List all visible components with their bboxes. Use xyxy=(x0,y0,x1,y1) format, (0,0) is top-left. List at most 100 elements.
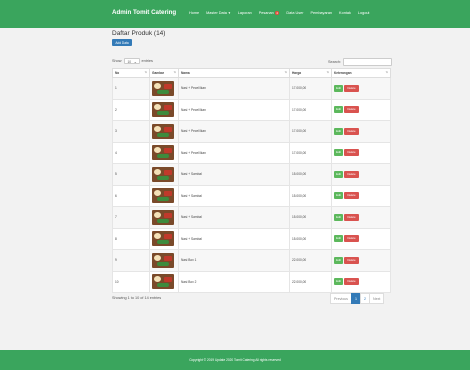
delete-button[interactable]: Delete xyxy=(344,256,359,264)
table-row: 9 Nasi Box 1 22.000,00 Edit Delete xyxy=(112,249,391,272)
sort-icon: ⇅ xyxy=(144,70,147,74)
cell-no: 6 xyxy=(112,184,150,207)
cell-image xyxy=(149,163,179,186)
sort-icon: ⇅ xyxy=(173,70,176,74)
previous-page-button[interactable]: Previous xyxy=(330,293,352,304)
cell-no: 7 xyxy=(112,206,150,229)
delete-button[interactable]: Delete xyxy=(344,84,359,92)
cell-no: 5 xyxy=(112,163,150,186)
nav-item-master-data[interactable]: Master Data ▼ xyxy=(206,11,231,15)
add-data-button[interactable]: Add Data xyxy=(112,39,132,46)
product-image xyxy=(152,145,174,161)
cell-actions: Edit Delete xyxy=(331,98,391,121)
cell-nama: Nasi + Pecel/Ikan xyxy=(178,120,290,143)
notification-badge: 4 xyxy=(274,11,280,15)
edit-button[interactable]: Edit xyxy=(334,127,343,135)
copyright-text: Copyright © 2019 Update 2020 Tomit Cater… xyxy=(189,358,281,362)
cell-harga: 17.000,00 xyxy=(289,98,332,121)
nav-label: Laporan xyxy=(237,11,252,15)
cell-nama: Nasi + Sambal xyxy=(178,227,290,250)
table-info: Showing 1 to 10 of 14 entries xyxy=(112,296,162,300)
column-label: No xyxy=(115,71,120,75)
delete-button[interactable]: Delete xyxy=(344,127,359,135)
delete-button[interactable]: Delete xyxy=(344,213,359,221)
products-table: No ⇅ Gambar ⇅ Nama ⇅ Harga ⇅ Keterangan ⇅ 1 N… xyxy=(112,68,391,293)
edit-button[interactable]: Edit xyxy=(334,235,343,243)
cell-harga: 22.000,00 xyxy=(289,249,332,272)
cell-image xyxy=(149,77,179,100)
cell-image xyxy=(149,227,179,250)
table-row: 1 Nasi + Pecel/Ikan 17.000,00 Edit Delete xyxy=(112,77,391,100)
cell-nama: Nasi Box 1 xyxy=(178,249,290,272)
product-image xyxy=(152,80,174,96)
column-header-harga[interactable]: Harga ⇅ xyxy=(289,68,332,78)
nav-item-pesanan[interactable]: Pesanan 4 xyxy=(259,11,280,15)
edit-button[interactable]: Edit xyxy=(334,149,343,157)
nav-label: Data User xyxy=(286,11,304,15)
column-header-keterangan[interactable]: Keterangan ⇅ xyxy=(331,68,391,78)
cell-actions: Edit Delete xyxy=(331,163,391,186)
delete-button[interactable]: Delete xyxy=(344,170,359,178)
entries-select[interactable]: 10 ⌄ xyxy=(123,58,140,64)
column-header-no[interactable]: No ⇅ xyxy=(112,68,150,78)
table-row: 4 Nasi + Pecel/Ikan 17.000,00 Edit Delete xyxy=(112,141,391,164)
edit-button[interactable]: Edit xyxy=(334,256,343,264)
edit-button[interactable]: Edit xyxy=(334,106,343,114)
edit-button[interactable]: Edit xyxy=(334,84,343,92)
pagination: Previous 1 2 Next xyxy=(330,293,385,304)
chevron-down-icon: ▼ xyxy=(227,11,231,15)
nav-item-pembayaran[interactable]: Pembayaran xyxy=(311,11,333,15)
column-label: Nama xyxy=(181,71,190,75)
next-page-button[interactable]: Next xyxy=(368,293,385,304)
nav-item-data-user[interactable]: Data User xyxy=(286,11,303,15)
product-image xyxy=(152,274,174,290)
delete-button[interactable]: Delete xyxy=(344,278,359,286)
cell-nama: Nasi + Pecel/Ikan xyxy=(178,141,290,164)
cell-harga: 17.000,00 xyxy=(289,120,332,143)
cell-no: 3 xyxy=(112,120,150,143)
entries-value: 10 xyxy=(127,60,132,64)
delete-button[interactable]: Delete xyxy=(344,192,359,200)
column-header-nama[interactable]: Nama ⇅ xyxy=(178,68,290,78)
brand-title[interactable]: Admin Tomit Catering xyxy=(112,9,176,16)
cell-harga: 15.000,00 xyxy=(289,184,332,207)
product-image xyxy=(152,123,174,139)
delete-button[interactable]: Delete xyxy=(344,235,359,243)
cell-actions: Edit Delete xyxy=(331,184,391,207)
cell-actions: Edit Delete xyxy=(331,206,391,229)
edit-button[interactable]: Edit xyxy=(334,278,343,286)
sort-icon: ⇅ xyxy=(284,70,287,74)
cell-actions: Edit Delete xyxy=(331,120,391,143)
nav-item-laporan[interactable]: Laporan xyxy=(238,11,252,15)
cell-image xyxy=(149,184,179,207)
product-image xyxy=(152,188,174,204)
cell-actions: Edit Delete xyxy=(331,77,391,100)
nav-label: Kontak xyxy=(339,11,351,15)
edit-button[interactable]: Edit xyxy=(334,192,343,200)
edit-button[interactable]: Edit xyxy=(334,213,343,221)
cell-actions: Edit Delete xyxy=(331,249,391,272)
cell-actions: Edit Delete xyxy=(331,270,391,293)
show-label: Show xyxy=(112,59,122,63)
table-row: 10 Nasi Box 2 22.000,00 Edit Delete xyxy=(112,270,391,293)
cell-nama: Nasi + Sambal xyxy=(178,163,290,186)
nav-label: Home xyxy=(189,11,200,15)
edit-button[interactable]: Edit xyxy=(334,170,343,178)
cell-actions: Edit Delete xyxy=(331,141,391,164)
nav-item-home[interactable]: Home xyxy=(189,11,199,15)
footer: Copyright © 2019 Update 2020 Tomit Cater… xyxy=(0,350,470,370)
nav-item-kontak[interactable]: Kontak xyxy=(339,11,351,15)
cell-no: 9 xyxy=(112,249,150,272)
sort-icon: ⇅ xyxy=(326,70,329,74)
delete-button[interactable]: Delete xyxy=(344,149,359,157)
chevron-down-icon: ⌄ xyxy=(133,59,137,64)
column-header-gambar[interactable]: Gambar ⇅ xyxy=(149,68,179,78)
cell-no: 2 xyxy=(112,98,150,121)
table-header-row: No ⇅ Gambar ⇅ Nama ⇅ Harga ⇅ Keterangan ⇅ xyxy=(112,68,391,78)
delete-button[interactable]: Delete xyxy=(344,106,359,114)
entries-length-control: Show 10 ⌄ entries xyxy=(112,58,153,64)
search-input[interactable] xyxy=(343,58,393,66)
nav-item-logout[interactable]: Logout xyxy=(358,11,370,15)
cell-actions: Edit Delete xyxy=(331,227,391,250)
product-image xyxy=(152,231,174,247)
